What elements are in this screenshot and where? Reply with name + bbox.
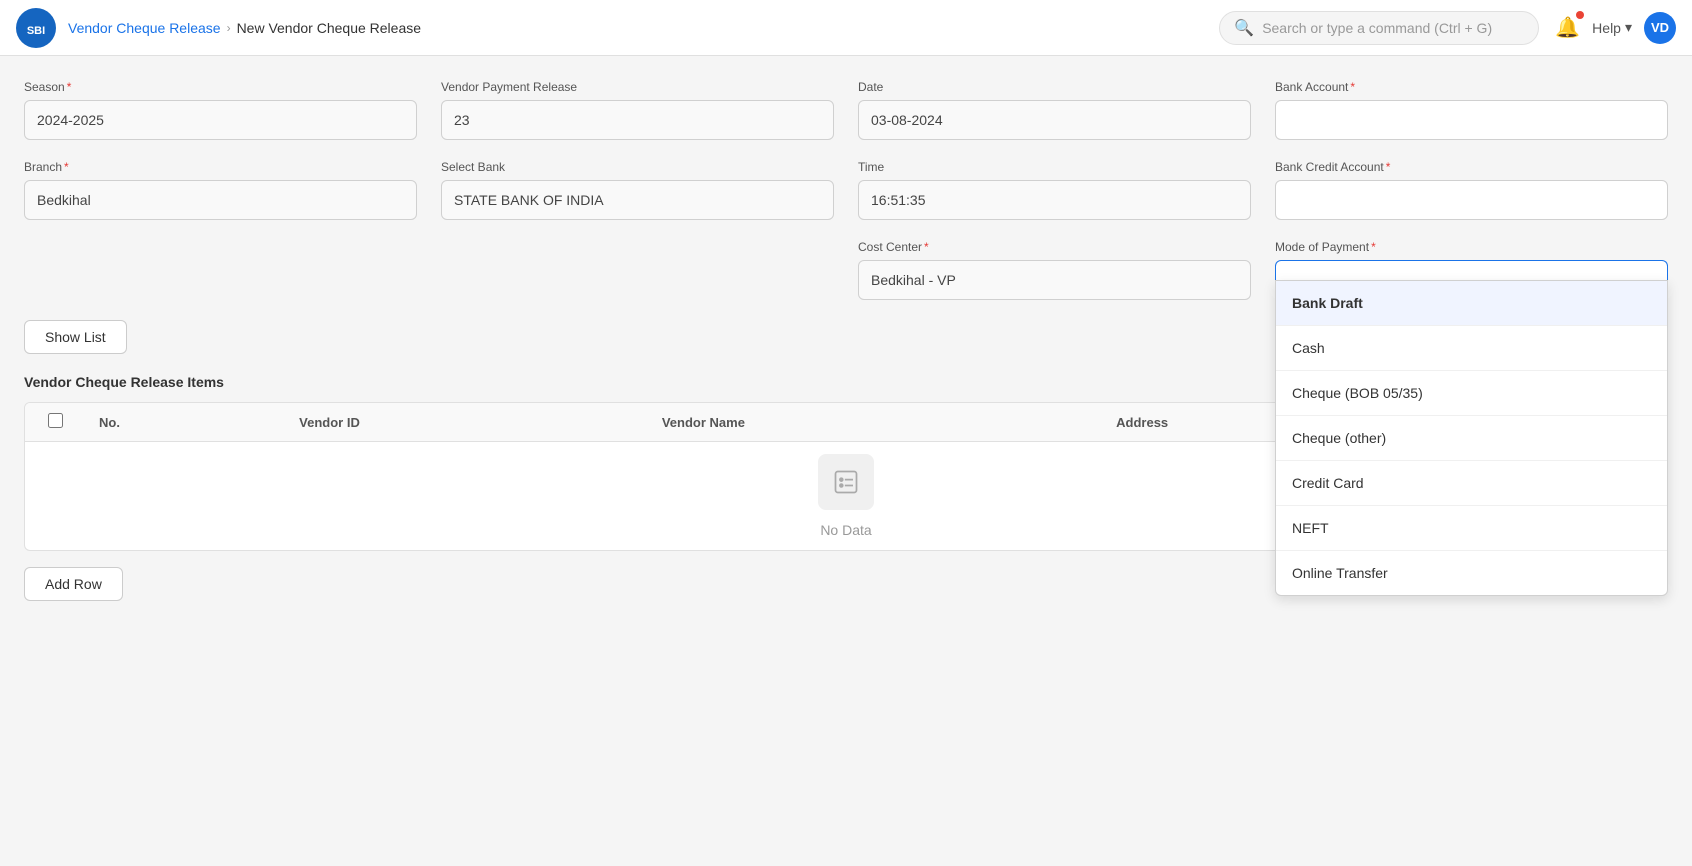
main-content: Season* Vendor Payment Release Date Bank… [0, 56, 1692, 625]
date-label: Date [858, 80, 1251, 94]
dropdown-item-cash[interactable]: Cash [1276, 326, 1667, 371]
breadcrumb-parent[interactable]: Vendor Cheque Release [68, 20, 221, 36]
cost-center-label: Cost Center* [858, 240, 1251, 254]
select-bank-label: Select Bank [441, 160, 834, 174]
mode-of-payment-field: Mode of Payment* Bank Draft Cash Cheque … [1275, 240, 1668, 300]
time-label: Time [858, 160, 1251, 174]
bank-account-label: Bank Account* [1275, 80, 1668, 94]
season-field: Season* [24, 80, 417, 140]
date-field: Date [858, 80, 1251, 140]
form-row-1: Season* Vendor Payment Release Date Bank… [24, 80, 1668, 140]
bank-account-input[interactable] [1275, 100, 1668, 140]
select-bank-input[interactable] [441, 180, 834, 220]
dropdown-item-neft[interactable]: NEFT [1276, 506, 1667, 551]
col-no: No. [85, 403, 285, 442]
dropdown-item-credit-card[interactable]: Credit Card [1276, 461, 1667, 506]
chevron-down-icon: ▾ [1625, 19, 1632, 36]
mode-of-payment-label: Mode of Payment* [1275, 240, 1668, 254]
time-field: Time [858, 160, 1251, 220]
vendor-payment-label: Vendor Payment Release [441, 80, 834, 94]
help-menu[interactable]: Help ▾ [1592, 19, 1632, 36]
time-input[interactable] [858, 180, 1251, 220]
branch-field: Branch* [24, 160, 417, 220]
bank-credit-account-field: Bank Credit Account* [1275, 160, 1668, 220]
help-label: Help [1592, 20, 1621, 36]
top-navigation: SBI Vendor Cheque Release › New Vendor C… [0, 0, 1692, 56]
branch-input[interactable] [24, 180, 417, 220]
col-checkbox [25, 403, 85, 442]
add-row-button[interactable]: Add Row [24, 567, 123, 601]
dropdown-item-cheque-other[interactable]: Cheque (other) [1276, 416, 1667, 461]
cost-center-field: Cost Center* [858, 240, 1251, 300]
date-input[interactable] [858, 100, 1251, 140]
dropdown-item-bank-draft[interactable]: Bank Draft [1276, 281, 1667, 326]
dropdown-item-cheque-bob[interactable]: Cheque (BOB 05/35) [1276, 371, 1667, 416]
form-row-2: Branch* Select Bank Time Bank Credit Acc… [24, 160, 1668, 220]
dropdown-item-online-transfer[interactable]: Online Transfer [1276, 551, 1667, 595]
notification-bell[interactable]: 🔔 [1555, 15, 1580, 40]
search-input[interactable] [1262, 20, 1524, 36]
breadcrumb-current: New Vendor Cheque Release [237, 20, 421, 36]
select-bank-field: Select Bank [441, 160, 834, 220]
cost-center-input[interactable] [858, 260, 1251, 300]
breadcrumb-separator: › [227, 21, 231, 35]
select-all-checkbox[interactable] [48, 413, 63, 428]
branch-label: Branch* [24, 160, 417, 174]
mode-of-payment-dropdown: Bank Draft Cash Cheque (BOB 05/35) Chequ… [1275, 280, 1668, 596]
form-row-3: Cost Center* Mode of Payment* Bank Draft… [24, 240, 1668, 300]
svg-text:SBI: SBI [27, 25, 45, 37]
bank-credit-account-input[interactable] [1275, 180, 1668, 220]
vendor-payment-input[interactable] [441, 100, 834, 140]
bank-account-field: Bank Account* [1275, 80, 1668, 140]
bank-credit-account-label: Bank Credit Account* [1275, 160, 1668, 174]
no-data-icon [818, 454, 874, 510]
col-vendor-name: Vendor Name [648, 403, 1102, 442]
breadcrumb: Vendor Cheque Release › New Vendor Chequ… [68, 20, 1203, 36]
search-icon: 🔍 [1234, 18, 1254, 38]
notification-badge [1576, 11, 1584, 19]
show-list-button[interactable]: Show List [24, 320, 127, 354]
search-bar: 🔍 [1219, 11, 1539, 45]
app-logo: SBI [16, 8, 56, 48]
col-vendor-id: Vendor ID [285, 403, 648, 442]
vendor-payment-field: Vendor Payment Release [441, 80, 834, 140]
season-label: Season* [24, 80, 417, 94]
user-avatar[interactable]: VD [1644, 12, 1676, 44]
season-input[interactable] [24, 100, 417, 140]
